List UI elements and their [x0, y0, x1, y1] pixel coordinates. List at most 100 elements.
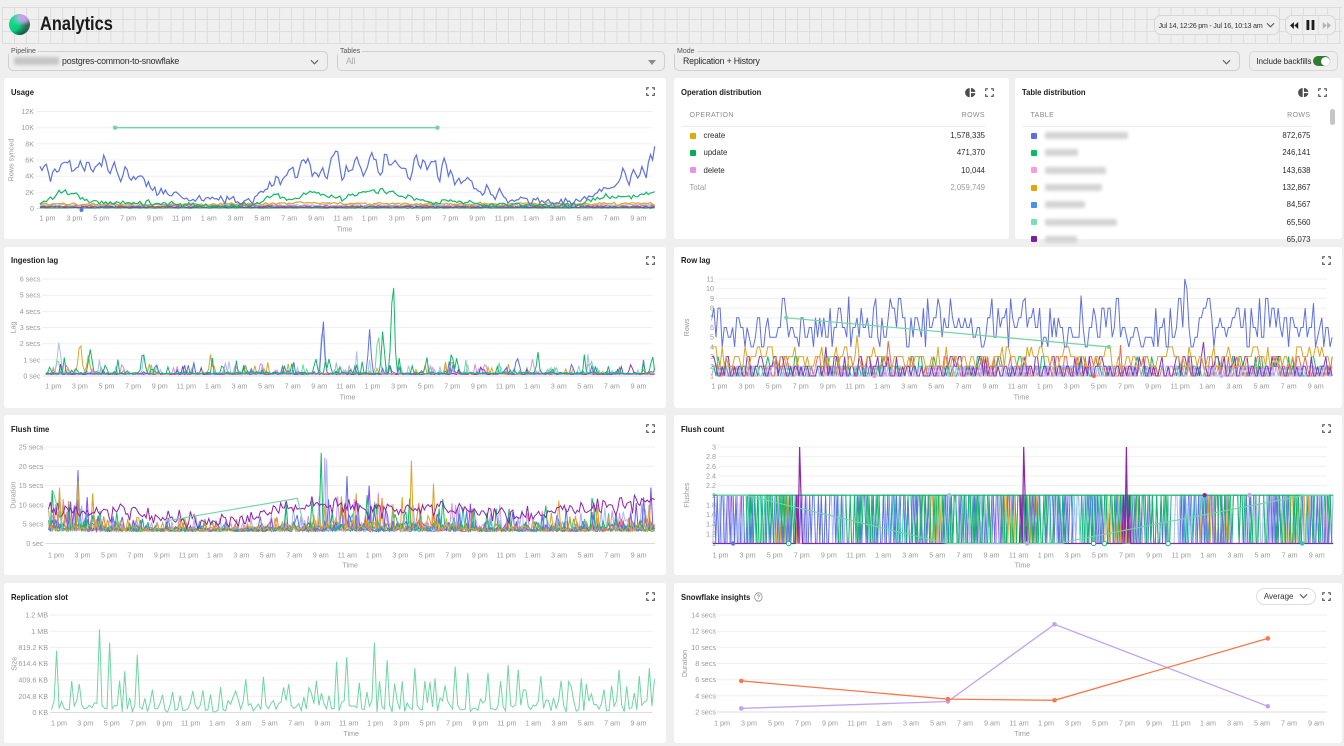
svg-text:1 pm: 1 pm — [713, 551, 729, 560]
svg-text:5 pm: 5 pm — [93, 214, 109, 223]
svg-text:11 pm: 11 pm — [1171, 719, 1190, 728]
svg-text:3 am: 3 am — [233, 551, 249, 560]
svg-text:7 am: 7 am — [955, 381, 971, 390]
svg-text:9 am: 9 am — [630, 719, 646, 728]
svg-text:9 am: 9 am — [984, 719, 1000, 728]
svg-text:12 secs: 12 secs — [691, 627, 716, 636]
svg-text:7 am: 7 am — [603, 214, 619, 223]
svg-text:1.2: 1.2 — [706, 529, 716, 538]
svg-text:Lag: Lag — [8, 321, 17, 333]
svg-text:3 pm: 3 pm — [741, 719, 757, 728]
svg-text:9 pm: 9 pm — [146, 214, 162, 223]
svg-text:0 sec: 0 sec — [26, 539, 44, 548]
svg-text:8K: 8K — [25, 139, 34, 148]
svg-text:Rows: Rows — [682, 318, 691, 336]
svg-text:5 pm: 5 pm — [768, 719, 784, 728]
svg-text:7 pm: 7 pm — [444, 381, 460, 390]
svg-text:5 am: 5 am — [1254, 719, 1270, 728]
svg-text:3 pm: 3 pm — [1065, 719, 1081, 728]
svg-text:3 am: 3 am — [901, 381, 917, 390]
svg-text:7 pm: 7 pm — [795, 719, 811, 728]
svg-text:11 pm: 11 pm — [496, 551, 515, 560]
svg-text:2 secs: 2 secs — [695, 708, 716, 717]
svg-text:7 pm: 7 pm — [127, 551, 143, 560]
svg-text:7 am: 7 am — [1281, 719, 1297, 728]
svg-text:7 pm: 7 pm — [120, 214, 136, 223]
svg-text:1 pm: 1 pm — [1037, 381, 1053, 390]
svg-text:9 am: 9 am — [308, 214, 324, 223]
svg-text:11 pm: 11 pm — [172, 214, 191, 223]
svg-text:10: 10 — [706, 284, 714, 293]
svg-text:11: 11 — [707, 274, 714, 283]
svg-text:9 am: 9 am — [1309, 551, 1325, 560]
svg-text:1 am: 1 am — [876, 719, 892, 728]
svg-text:7 pm: 7 pm — [130, 719, 146, 728]
svg-text:11 pm: 11 pm — [178, 551, 197, 560]
svg-text:3 pm: 3 pm — [74, 551, 90, 560]
svg-text:2.6: 2.6 — [706, 462, 716, 471]
svg-text:1 am: 1 am — [1200, 551, 1216, 560]
svg-text:5 am: 5 am — [1255, 551, 1271, 560]
svg-text:9 am: 9 am — [984, 551, 1000, 560]
svg-text:1 pm: 1 pm — [712, 381, 728, 390]
svg-text:8 secs: 8 secs — [695, 659, 716, 668]
svg-text:9 pm: 9 pm — [1146, 551, 1162, 560]
svg-text:3 pm: 3 pm — [393, 719, 409, 728]
svg-text:2.8: 2.8 — [706, 452, 716, 461]
svg-text:3 am: 3 am — [551, 719, 567, 728]
svg-text:5 am: 5 am — [928, 381, 944, 390]
svg-text:7 am: 7 am — [957, 719, 973, 728]
svg-text:11 pm: 11 pm — [1170, 381, 1189, 390]
svg-text:10 secs: 10 secs — [691, 643, 716, 652]
svg-text:5 am: 5 am — [577, 719, 593, 728]
svg-text:7 pm: 7 pm — [445, 551, 461, 560]
svg-text:3 pm: 3 pm — [1065, 551, 1081, 560]
svg-text:1 am: 1 am — [875, 551, 891, 560]
svg-text:5 pm: 5 pm — [766, 381, 782, 390]
svg-text:11 pm: 11 pm — [846, 551, 865, 560]
svg-text:1.2 MB: 1.2 MB — [25, 611, 48, 620]
svg-text:9 pm: 9 pm — [821, 551, 837, 560]
svg-text:1 pm: 1 pm — [365, 551, 381, 560]
svg-text:20 secs: 20 secs — [18, 462, 43, 471]
svg-text:9 am: 9 am — [630, 214, 646, 223]
svg-text:11 am: 11 am — [1009, 551, 1028, 560]
svg-text:1 am: 1 am — [524, 381, 540, 390]
svg-text:7 am: 7 am — [284, 381, 300, 390]
svg-text:1 pm: 1 pm — [39, 214, 55, 223]
svg-text:9 am: 9 am — [311, 381, 327, 390]
svg-text:11 pm: 11 pm — [176, 381, 195, 390]
svg-text:7 pm: 7 pm — [794, 551, 810, 560]
svg-text:1 am: 1 am — [525, 719, 541, 728]
svg-text:204.8 KB: 204.8 KB — [18, 692, 48, 701]
svg-text:11 am: 11 am — [1008, 381, 1027, 390]
svg-text:7 am: 7 am — [1281, 381, 1297, 390]
svg-text:5 pm: 5 pm — [417, 381, 433, 390]
svg-text:1 pm: 1 pm — [45, 381, 61, 390]
svg-text:Time: Time — [1015, 561, 1031, 570]
svg-text:3 am: 3 am — [550, 381, 566, 390]
svg-text:5 am: 5 am — [259, 551, 275, 560]
svg-text:0: 0 — [30, 204, 34, 213]
svg-text:1 pm: 1 pm — [361, 214, 377, 223]
svg-text:11 pm: 11 pm — [495, 381, 514, 390]
svg-text:Duration: Duration — [680, 650, 689, 677]
svg-text:5 am: 5 am — [254, 214, 270, 223]
svg-text:3 am: 3 am — [227, 214, 243, 223]
svg-text:9 pm: 9 pm — [151, 381, 167, 390]
svg-text:6K: 6K — [25, 156, 34, 165]
svg-text:Rows synced: Rows synced — [6, 139, 15, 182]
svg-text:0 sec: 0 sec — [23, 371, 41, 380]
svg-text:1 MB: 1 MB — [31, 627, 48, 636]
svg-text:7 pm: 7 pm — [446, 719, 462, 728]
svg-text:1 am: 1 am — [523, 214, 539, 223]
svg-text:5 pm: 5 pm — [101, 551, 117, 560]
svg-text:9 am: 9 am — [314, 719, 330, 728]
svg-text:7 am: 7 am — [956, 551, 972, 560]
svg-text:5 am: 5 am — [258, 381, 274, 390]
svg-text:Size: Size — [9, 657, 18, 671]
svg-text:6 secs: 6 secs — [19, 274, 40, 283]
svg-text:1 am: 1 am — [874, 381, 890, 390]
svg-text:9 pm: 9 pm — [1145, 381, 1161, 390]
svg-text:9 am: 9 am — [630, 551, 646, 560]
